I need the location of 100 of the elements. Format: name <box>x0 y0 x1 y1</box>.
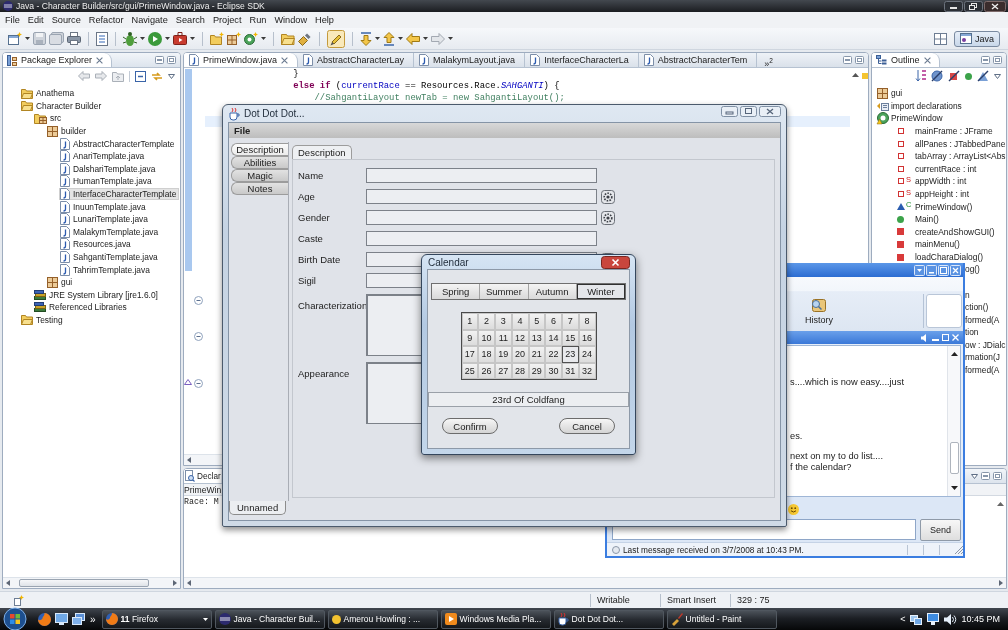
crossed-triangle-icon[interactable] <box>977 70 989 82</box>
day-button[interactable]: 2 <box>478 313 495 330</box>
caret-icon[interactable] <box>261 37 266 40</box>
tree-item[interactable]: rmation(J <box>965 351 1000 365</box>
tree-item[interactable]: og() <box>965 263 980 276</box>
caret-icon[interactable] <box>140 37 145 40</box>
caret-icon[interactable] <box>375 37 380 40</box>
close-icon[interactable] <box>601 255 630 269</box>
arrow-right-icon[interactable] <box>999 580 1003 586</box>
day-button[interactable]: 19 <box>495 346 512 363</box>
text-field[interactable] <box>366 231 597 246</box>
tree-item[interactable]: formed(A <box>965 313 1000 327</box>
tree-item[interactable]: tion <box>965 326 979 339</box>
season-tab[interactable]: Spring <box>432 284 481 299</box>
arrow-left-icon[interactable] <box>6 580 10 586</box>
caret-icon[interactable] <box>190 37 195 40</box>
taskbar-button[interactable]: Java - Character Buil... <box>214 609 325 629</box>
tree-item[interactable]: n <box>965 288 970 302</box>
caret-icon[interactable] <box>202 617 208 621</box>
tab[interactable]: Description <box>292 145 352 159</box>
menu-item[interactable]: Edit <box>23 12 48 28</box>
start-orb-icon[interactable] <box>3 608 27 630</box>
season-tab[interactable]: Summer <box>480 284 529 299</box>
confirm-button[interactable]: Confirm <box>442 418 498 434</box>
horizontal-scrollbar[interactable] <box>184 577 1006 588</box>
tree-item[interactable]: ction() <box>965 301 989 314</box>
text-field[interactable] <box>366 168 597 183</box>
tree-item[interactable]: mainFrame : JFrame <box>894 124 996 138</box>
menu-item[interactable]: Help <box>311 12 338 28</box>
view-menu-icon[interactable] <box>994 73 1001 79</box>
tree-item[interactable]: InuunTemplate.java <box>59 200 149 213</box>
tab-overflow-button[interactable]: »$^{2}$ <box>757 53 780 67</box>
maximize-icon[interactable] <box>167 56 176 64</box>
tree-item[interactable]: gui <box>876 87 906 100</box>
minus-circle-icon[interactable] <box>194 332 203 341</box>
document-icon[interactable] <box>96 31 108 46</box>
tree-item[interactable]: Testing <box>20 313 66 327</box>
tree-item[interactable]: Anathema <box>20 87 78 100</box>
minus-circle-icon[interactable] <box>194 379 203 388</box>
send-button[interactable]: Send <box>920 518 961 541</box>
tree-item[interactable]: InterfaceCharacterTemplate <box>59 187 180 201</box>
folder-sparkle-icon[interactable] <box>210 32 224 45</box>
taskbar-button[interactable]: Amerou Howling : ... <box>327 609 438 629</box>
tree-item[interactable]: SahgantiTemplate.java <box>59 250 161 264</box>
caret-icon[interactable] <box>448 37 453 40</box>
play-icon[interactable] <box>148 31 162 46</box>
caret-icon[interactable] <box>398 37 403 40</box>
minus-square-icon[interactable] <box>135 70 146 82</box>
menu-item[interactable]: Search <box>171 12 209 28</box>
menu-item[interactable]: File <box>1 12 24 28</box>
editor-tab[interactable]: InterfaceCharacterLa <box>525 53 639 67</box>
tree-item[interactable]: allPanes : JTabbedPane <box>894 137 1006 150</box>
tree-item[interactable]: loadCharaDialog() <box>894 250 986 264</box>
smiley-icon[interactable] <box>788 504 799 515</box>
tree-item[interactable]: gui <box>46 275 76 289</box>
tree-item[interactable]: AnariTemplate.java <box>59 149 148 163</box>
tree-item[interactable]: formed(A <box>965 364 1000 377</box>
day-button[interactable]: 3 <box>495 313 512 330</box>
tree-item[interactable]: builder <box>46 124 90 138</box>
view-menu-icon[interactable] <box>971 473 978 479</box>
day-button[interactable]: 17 <box>461 346 479 363</box>
monitor-icon[interactable] <box>927 613 940 625</box>
caret-icon[interactable] <box>165 37 170 40</box>
day-button[interactable]: 6 <box>545 313 562 330</box>
menu-item[interactable]: Refactor <box>84 12 128 28</box>
editor-tab[interactable]: MalakymLayout.java <box>414 53 526 67</box>
day-button[interactable]: 18 <box>478 346 495 363</box>
globe-icon[interactable] <box>38 612 51 626</box>
side-tab[interactable]: Description <box>231 143 288 156</box>
tree-item[interactable]: currentRace : int <box>894 162 980 176</box>
text-field[interactable] <box>366 189 597 204</box>
tree-item[interactable]: AbstractCharacterTemplate <box>59 137 178 150</box>
tree-item[interactable]: DalshariTemplate.java <box>59 162 159 176</box>
editor-tab[interactable]: AbstractCharacterLay <box>298 53 415 67</box>
editor-tab[interactable]: PrimeWindow.java <box>184 53 299 67</box>
toolbar-button[interactable]: History <box>805 298 833 325</box>
tree-item[interactable]: JRE System Library [jre1.6.0] <box>33 288 161 302</box>
vertical-scrollbar[interactable] <box>947 346 960 496</box>
minus-circle-icon[interactable] <box>194 296 203 305</box>
side-tab[interactable]: Magic <box>231 169 288 182</box>
menu-item[interactable]: Source <box>47 12 85 28</box>
bug-icon[interactable] <box>123 31 137 46</box>
minimize-icon[interactable] <box>944 0 963 12</box>
windows-stack-icon[interactable] <box>72 613 85 625</box>
crossed-circle-icon[interactable] <box>931 70 943 82</box>
desktop-icon[interactable] <box>55 613 68 625</box>
speaker-icon[interactable] <box>944 613 957 625</box>
view-tab[interactable]: Declar <box>184 469 221 483</box>
tree-item[interactable]: tabArray : ArrayList<Abs <box>894 149 1006 163</box>
tray-expand-button[interactable]: < <box>900 614 906 624</box>
day-button[interactable]: 23 <box>562 346 579 363</box>
tree-item[interactable]: import declarations <box>876 99 965 113</box>
horizontal-scrollbar[interactable] <box>3 577 180 588</box>
close-icon[interactable] <box>984 0 1006 12</box>
toolbox-icon[interactable] <box>173 32 187 45</box>
arrow-left-icon[interactable] <box>187 580 191 586</box>
scrollbar-thumb[interactable] <box>19 579 149 587</box>
tree-item[interactable]: LunariTemplate.java <box>59 212 151 226</box>
perspective-button[interactable]: Java <box>954 30 1000 47</box>
menu-item[interactable]: Run <box>245 12 271 28</box>
